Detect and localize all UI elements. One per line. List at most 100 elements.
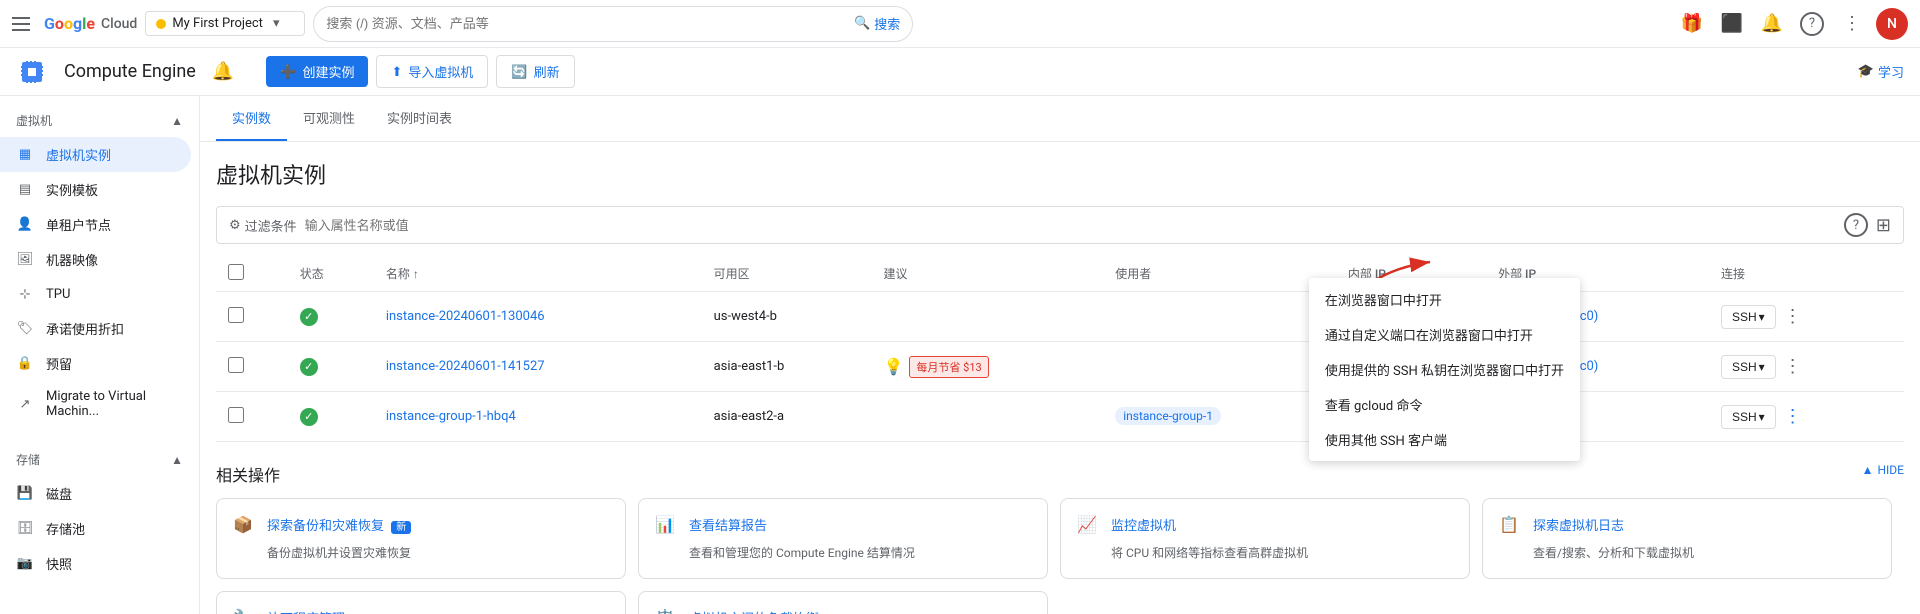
terminal-button[interactable]: ⬛ bbox=[1716, 8, 1748, 40]
external-link-icon: ↗ bbox=[823, 610, 833, 614]
more-icon: ⋮ bbox=[1843, 13, 1861, 34]
columns-icon[interactable]: ⊞ bbox=[1876, 215, 1891, 236]
row1-ssh-button[interactable]: SSH ▾ bbox=[1721, 305, 1776, 329]
migrate-icon: ↗ bbox=[16, 395, 34, 413]
row2-more-button[interactable]: ⋮ bbox=[1780, 352, 1806, 381]
instance3-link[interactable]: instance-group-1-hbq4 bbox=[386, 409, 516, 424]
filter-input[interactable] bbox=[305, 218, 1836, 233]
refresh-icon: 🔄 bbox=[511, 64, 527, 80]
vm-section: 虚拟机 ▲ ▦ 虚拟机实例 ▤ 实例模板 👤 单租户节点 🖼 机器映像 bbox=[0, 96, 199, 435]
storage-pools-icon: 🗄 bbox=[16, 520, 34, 538]
chevron-down-icon: ▾ bbox=[273, 16, 280, 31]
create-instance-button[interactable]: ➕ 创建实例 bbox=[266, 56, 368, 87]
sidebar-item-disks[interactable]: 💾 磁盘 bbox=[0, 476, 191, 511]
tab-instances[interactable]: 实例数 bbox=[216, 96, 287, 141]
backup-icon: 📦 bbox=[233, 515, 257, 539]
help-button[interactable]: ? bbox=[1796, 8, 1828, 40]
select-all-checkbox[interactable] bbox=[228, 264, 244, 280]
sidebar-item-snapshots[interactable]: 📷 快照 bbox=[0, 546, 191, 581]
storage-section-header[interactable]: 存储 ▲ bbox=[0, 443, 199, 476]
row3-suggestion bbox=[872, 392, 1104, 442]
content-area: 虚拟机实例 ⚙ 过滤条件 ? ⊞ bbox=[200, 142, 1920, 614]
gift-icon: 🎁 bbox=[1681, 13, 1703, 34]
avatar[interactable]: N bbox=[1876, 8, 1908, 40]
related-title: 相关操作 bbox=[216, 462, 280, 486]
row2-checkbox[interactable] bbox=[228, 357, 244, 373]
context-menu-item-other-ssh[interactable]: 使用其他 SSH 客户端 bbox=[1309, 422, 1580, 457]
instance2-link[interactable]: instance-20240601-141527 bbox=[386, 359, 545, 374]
sidebar-item-instance-templates[interactable]: ▤ 实例模板 bbox=[0, 172, 191, 207]
sidebar-item-machine-images[interactable]: 🖼 机器映像 bbox=[0, 242, 191, 277]
row3-more-button[interactable]: ⋮ bbox=[1780, 402, 1806, 431]
plus-icon: ➕ bbox=[280, 64, 296, 80]
gift-button[interactable]: 🎁 bbox=[1676, 8, 1708, 40]
project-selector[interactable]: My First Project ▾ bbox=[145, 11, 305, 36]
action-card-monitoring[interactable]: 📈 监控虚拟机 将 CPU 和网络等指标查看高群虚拟机 bbox=[1060, 498, 1470, 579]
hide-button[interactable]: ▲ HIDE bbox=[1862, 463, 1904, 477]
th-zone: 可用区 bbox=[702, 256, 872, 292]
project-name: My First Project bbox=[172, 16, 263, 31]
sidebar: 虚拟机 ▲ ▦ 虚拟机实例 ▤ 实例模板 👤 单租户节点 🖼 机器映像 bbox=[0, 96, 200, 614]
sidebar-item-vm-instances[interactable]: ▦ 虚拟机实例 bbox=[0, 137, 191, 172]
chevron-up-storage-icon: ▲ bbox=[171, 453, 183, 467]
sidebar-item-tpu[interactable]: ⊹ TPU bbox=[0, 277, 191, 311]
refresh-button[interactable]: 🔄 刷新 bbox=[496, 55, 574, 88]
ssh-context-menu: 在浏览器窗口中打开 通过自定义端口在浏览器窗口中打开 使用提供的 SSH 私钥在… bbox=[1309, 278, 1580, 461]
action-card-logs[interactable]: 📋 探索虚拟机日志 查看/搜索、分析和下载虚拟机 bbox=[1482, 498, 1892, 579]
billing-icon: 📊 bbox=[655, 515, 679, 539]
search-input[interactable] bbox=[326, 16, 846, 31]
tab-observability[interactable]: 可观测性 bbox=[287, 96, 371, 141]
machine-images-icon: 🖼 bbox=[16, 251, 34, 269]
search-label: 搜索 bbox=[874, 14, 900, 33]
action-card-billing[interactable]: 📊 查看结算报告 查看和管理您的 Compute Engine 结算情况 bbox=[638, 498, 1048, 579]
import-icon: ⬆ bbox=[391, 64, 402, 80]
context-menu-item-ssh-key[interactable]: 使用提供的 SSH 私钥在浏览器窗口中打开 bbox=[1309, 352, 1580, 387]
storage-section: 存储 ▲ 💾 磁盘 🗄 存储池 📷 快照 bbox=[0, 435, 199, 589]
action-card-patch[interactable]: 🔧 补丁程序管理 安装补丁程序更新并查看虚拟机实例上的补丁程序合规性 bbox=[216, 591, 626, 614]
filter-help-icon[interactable]: ? bbox=[1844, 213, 1868, 237]
row3-checkbox[interactable] bbox=[228, 407, 244, 423]
instance-group-badge[interactable]: instance-group-1 bbox=[1115, 407, 1221, 425]
th-name[interactable]: 名称 ↑ bbox=[374, 256, 702, 292]
filter-icon-label: ⚙ 过滤条件 bbox=[229, 216, 297, 235]
th-suggestion: 建议 bbox=[872, 256, 1104, 292]
tab-schedule[interactable]: 实例时间表 bbox=[371, 96, 468, 141]
sidebar-item-migrate[interactable]: ↗ Migrate to Virtual Machin... bbox=[0, 381, 191, 427]
notification-button[interactable]: 🔔 bbox=[1756, 8, 1788, 40]
status-ok-icon bbox=[300, 408, 318, 426]
row1-more-button[interactable]: ⋮ bbox=[1780, 302, 1806, 331]
subheader: Compute Engine 🔔 ➕ 创建实例 ⬆ 导入虚拟机 🔄 刷新 🎓 学… bbox=[0, 48, 1920, 96]
row3-ssh-button[interactable]: SSH ▾ bbox=[1721, 405, 1776, 429]
snapshots-icon: 📷 bbox=[16, 555, 34, 573]
sidebar-item-sole-tenant[interactable]: 👤 单租户节点 bbox=[0, 207, 191, 242]
row1-zone: us-west4-b bbox=[702, 292, 872, 342]
import-vm-button[interactable]: ⬆ 导入虚拟机 bbox=[376, 55, 488, 88]
context-menu-item-browser[interactable]: 在浏览器窗口中打开 bbox=[1309, 282, 1580, 317]
search-icon: 🔍 bbox=[854, 16, 870, 31]
sidebar-item-committed-use[interactable]: 🏷 承诺使用折扣 bbox=[0, 311, 191, 346]
more-button[interactable]: ⋮ bbox=[1836, 8, 1868, 40]
row2-ssh-button[interactable]: SSH ▾ bbox=[1721, 355, 1776, 379]
chevron-up-icon: ▲ bbox=[171, 114, 183, 128]
action-cards: 📦 探索备份和灾难恢复 新 备份虚拟机并设置灾难恢复 📊 查看结算报告 bbox=[216, 498, 1904, 614]
learn-link[interactable]: 🎓 学习 bbox=[1858, 62, 1904, 81]
hamburger-menu[interactable] bbox=[12, 12, 36, 36]
service-bell-icon[interactable]: 🔔 bbox=[212, 61, 234, 82]
search-button[interactable]: 🔍 搜索 bbox=[854, 14, 900, 33]
sidebar-item-storage-pools[interactable]: 🗄 存储池 bbox=[0, 511, 191, 546]
instance1-link[interactable]: instance-20240601-130046 bbox=[386, 309, 545, 324]
action-card-lb[interactable]: ⚖️ 虚拟机之间的负载均衡 ↗ 随着流量和用户增长，为您的应用设置负载均衡 bbox=[638, 591, 1048, 614]
row1-suggestion bbox=[872, 292, 1104, 342]
sole-tenant-icon: 👤 bbox=[16, 216, 34, 234]
status-ok-icon bbox=[300, 358, 318, 376]
vm-section-header[interactable]: 虚拟机 ▲ bbox=[0, 104, 199, 137]
google-cloud-logo: Google Cloud bbox=[44, 14, 137, 33]
context-menu-item-gcloud[interactable]: 查看 gcloud 命令 bbox=[1309, 387, 1580, 422]
row1-checkbox[interactable] bbox=[228, 307, 244, 323]
action-card-backup[interactable]: 📦 探索备份和灾难恢复 新 备份虚拟机并设置灾难恢复 bbox=[216, 498, 626, 579]
table-row: instance-group-1-hbq4 asia-east2-a insta… bbox=[216, 392, 1904, 442]
row1-ssh-dropdown-icon: ▾ bbox=[1759, 310, 1765, 324]
sidebar-item-reservations[interactable]: 🔒 预留 bbox=[0, 346, 191, 381]
row2-zone: asia-east1-b bbox=[702, 342, 872, 392]
context-menu-item-custom-port[interactable]: 通过自定义端口在浏览器窗口中打开 bbox=[1309, 317, 1580, 352]
